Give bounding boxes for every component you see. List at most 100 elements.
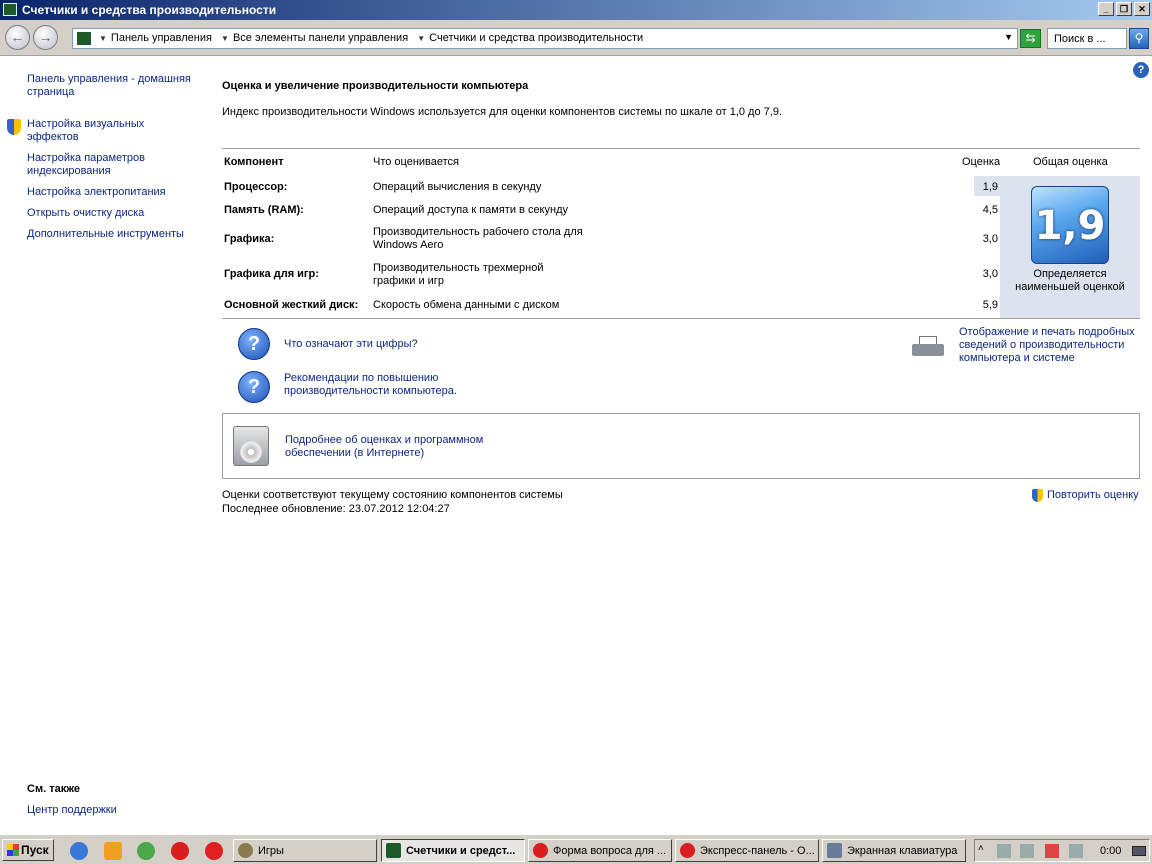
- clock[interactable]: 0:00: [1100, 845, 1121, 857]
- opera-icon: [680, 843, 695, 858]
- print-details-link[interactable]: Отображение и печать подробных сведений …: [959, 326, 1141, 365]
- base-score-caption: Определяется наименьшей оценкой: [1015, 268, 1125, 293]
- task-label: Экранная клавиатура: [847, 845, 958, 857]
- page-title: Оценка и увеличение производительности к…: [222, 80, 529, 92]
- search-input[interactable]: Поиск в ...: [1047, 28, 1127, 49]
- security-warning-icon[interactable]: [1045, 844, 1059, 858]
- title-bar: Счетчики и средства производительности _…: [0, 0, 1152, 20]
- games-icon: [238, 843, 253, 858]
- users-icon[interactable]: [137, 842, 155, 860]
- component-desc: Операций вычисления в секунду: [373, 181, 542, 193]
- score-table: Компонент Что оценивается Оценка Общая о…: [222, 148, 1140, 318]
- taskbar: Пуск Игры Счетчики и средст... Форма воп…: [0, 834, 1152, 864]
- component-desc: Операций доступа к памяти в секунду: [373, 204, 568, 216]
- start-label: Пуск: [21, 843, 49, 857]
- sidebar-item-indexing[interactable]: Настройка параметров индексирования: [27, 152, 197, 178]
- restore-button[interactable]: ❐: [1116, 2, 1132, 16]
- system-tray: ˄ 0:00: [974, 839, 1150, 862]
- header-component: Компонент: [224, 156, 284, 168]
- status-last-update: Последнее обновление: 23.07.2012 12:04:2…: [222, 503, 450, 515]
- task-label: Форма вопроса для ...: [553, 845, 667, 857]
- task-question-form[interactable]: Форма вопроса для ...: [528, 839, 672, 862]
- control-panel-icon: [77, 32, 91, 45]
- rerun-label[interactable]: Повторить оценку: [1047, 489, 1139, 501]
- close-button[interactable]: ✕: [1134, 2, 1150, 16]
- component-desc: Производительность рабочего стола для Wi…: [373, 226, 583, 251]
- component-score: 4,5: [982, 204, 998, 216]
- forward-button[interactable]: →: [33, 25, 58, 50]
- address-field[interactable]: ▼ Панель управления ▼ Все элементы панели …: [72, 28, 1018, 49]
- header-score: Оценка: [962, 156, 1001, 168]
- question-icon[interactable]: ?: [238, 328, 270, 360]
- opera-icon: [533, 843, 548, 858]
- chevron-up-icon[interactable]: ˄: [978, 843, 984, 854]
- header-base-score: Общая оценка: [1033, 156, 1108, 168]
- sidebar-item-disk-cleanup[interactable]: Открыть очистку диска: [27, 207, 197, 220]
- sidebar-item-advanced-tools[interactable]: Дополнительные инструменты: [27, 228, 197, 241]
- component-name: Графика для игр:: [224, 268, 319, 280]
- control-panel-app-icon: [3, 3, 17, 16]
- breadcrumb-all-items[interactable]: Все элементы панели управления: [233, 32, 408, 44]
- chevron-right-icon[interactable]: ▼: [221, 34, 229, 43]
- chevron-right-icon[interactable]: ▼: [417, 34, 425, 43]
- ie-icon[interactable]: [70, 842, 88, 860]
- help-icon[interactable]: ?: [1133, 62, 1149, 78]
- sidebar-item-visual-effects[interactable]: Настройка визуальных эффектов: [27, 118, 197, 144]
- uac-shield-icon: [1032, 489, 1043, 502]
- task-label: Счетчики и средст...: [406, 845, 516, 857]
- task-performance[interactable]: Счетчики и средст...: [381, 839, 525, 862]
- question-icon[interactable]: ?: [238, 371, 270, 403]
- chevron-down-icon[interactable]: ▼: [1004, 32, 1013, 42]
- component-score: 5,9: [982, 299, 998, 311]
- opera-icon[interactable]: [171, 842, 189, 860]
- task-games[interactable]: Игры: [233, 839, 377, 862]
- header-rated: Что оценивается: [373, 156, 460, 168]
- breadcrumb-control-panel[interactable]: Панель управления: [111, 32, 212, 44]
- search-icon[interactable]: ⚲: [1129, 28, 1149, 49]
- task-on-screen-keyboard[interactable]: Экранная клавиатура: [822, 839, 966, 862]
- see-also-heading: См. также: [27, 783, 80, 795]
- tips-link[interactable]: Рекомендации по повышению производительн…: [284, 372, 484, 398]
- task-label: Игры: [258, 845, 284, 857]
- windows-logo-icon: [7, 844, 19, 856]
- sidebar-item-home[interactable]: Панель управления - домашняя страница: [27, 73, 197, 99]
- sidebar: Панель управления - домашняя страница На…: [0, 56, 210, 834]
- software-box-icon: [233, 426, 269, 466]
- address-toolbar: ← → ▼ Панель управления ▼ Все элементы пан…: [0, 20, 1152, 56]
- minimize-button[interactable]: _: [1098, 2, 1114, 16]
- component-name: Процессор:: [224, 181, 288, 193]
- component-score: 3,0: [982, 233, 998, 245]
- online-info-box: Подробнее об оценках и программном обесп…: [222, 413, 1140, 479]
- task-speed-dial[interactable]: Экспресс-панель - О...: [675, 839, 819, 862]
- base-score-badge: 1,9: [1031, 186, 1109, 264]
- start-button[interactable]: Пуск: [2, 839, 54, 861]
- keyboard-icon: [827, 843, 842, 858]
- component-name: Графика:: [224, 233, 275, 245]
- action-center-link[interactable]: Центр поддержки: [27, 804, 117, 816]
- table-divider: [222, 318, 1140, 319]
- component-name: Основной жесткий диск:: [224, 299, 359, 311]
- uac-shield-icon: [7, 119, 21, 135]
- task-label: Экспресс-панель - О...: [700, 845, 815, 857]
- volume-icon[interactable]: [1020, 844, 1034, 858]
- online-info-link[interactable]: Подробнее об оценках и программном обесп…: [285, 434, 485, 460]
- refresh-button[interactable]: ⇆: [1020, 29, 1041, 48]
- yandex-icon[interactable]: [205, 842, 223, 860]
- component-score: 1,9: [982, 181, 998, 193]
- what-numbers-link[interactable]: Что означают эти цифры?: [284, 338, 418, 351]
- sidebar-item-power[interactable]: Настройка электропитания: [27, 186, 197, 199]
- component-desc: Скорость обмена данными с диском: [373, 299, 560, 311]
- component-score: 3,0: [982, 268, 998, 280]
- media-player-icon[interactable]: [104, 842, 122, 860]
- intro-text: Индекс производительности Windows исполь…: [222, 106, 782, 118]
- printer-icon[interactable]: [912, 334, 944, 360]
- control-panel-icon: [386, 843, 401, 858]
- show-desktop-icon[interactable]: [1132, 846, 1146, 856]
- component-name: Память (RAM):: [224, 204, 304, 216]
- network-icon[interactable]: [997, 844, 1011, 858]
- window-title: Счетчики и средства производительности: [22, 3, 277, 17]
- device-icon[interactable]: [1069, 844, 1083, 858]
- chevron-right-icon[interactable]: ▼: [99, 34, 107, 43]
- breadcrumb-performance[interactable]: Счетчики и средства производительности: [429, 32, 643, 44]
- back-button[interactable]: ←: [5, 25, 30, 50]
